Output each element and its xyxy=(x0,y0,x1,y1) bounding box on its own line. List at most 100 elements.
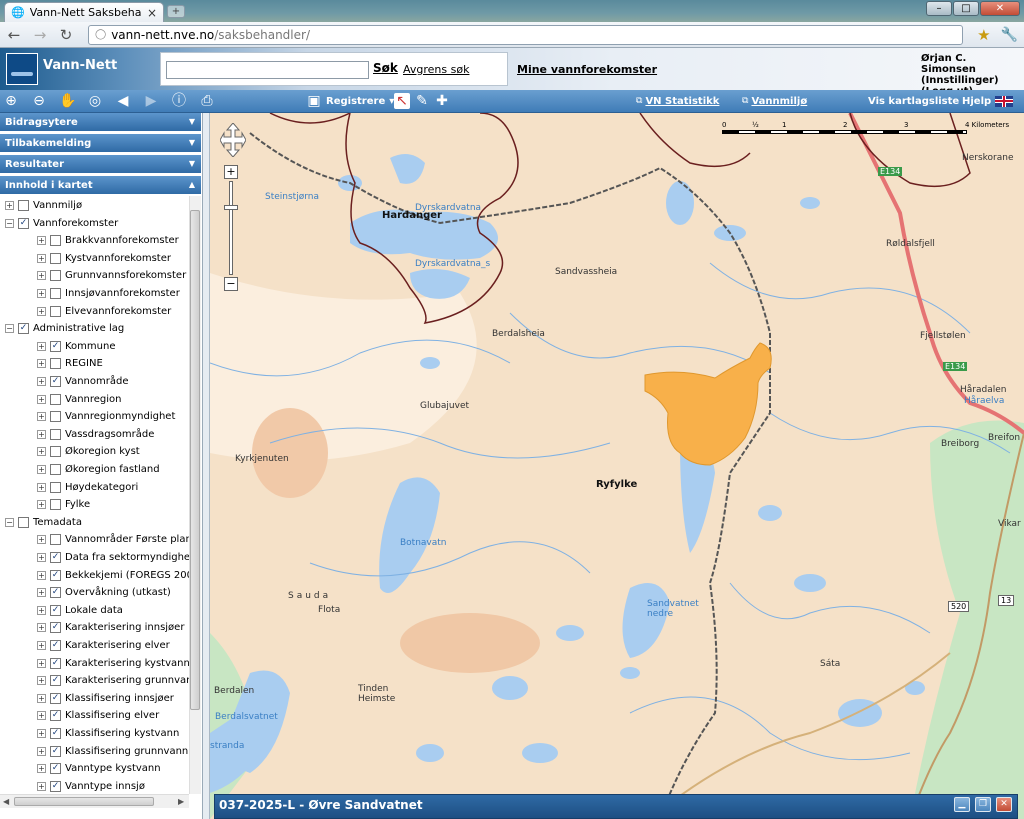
layer-checkbox[interactable] xyxy=(50,499,61,511)
expand-icon[interactable]: + xyxy=(37,693,46,703)
bookmark-star-icon[interactable]: ★ xyxy=(977,26,990,44)
expand-icon[interactable]: + xyxy=(37,570,46,580)
info-icon[interactable]: ⓘ xyxy=(171,93,187,109)
layer-checkbox[interactable] xyxy=(50,534,61,546)
expand-icon[interactable]: + xyxy=(37,429,46,439)
layer-checkbox[interactable] xyxy=(50,252,61,264)
expand-icon[interactable]: + xyxy=(37,535,46,545)
layer-tree-item[interactable]: + ✓ Vanntype kystvann xyxy=(37,760,161,777)
layer-tree-item[interactable]: + Vassdragsområde xyxy=(37,426,154,443)
expand-icon[interactable]: + xyxy=(37,359,46,369)
add-user-icon[interactable]: ✚ xyxy=(434,93,450,109)
scroll-left-icon[interactable]: ◀ xyxy=(3,797,9,806)
wrench-icon[interactable]: 🔧 xyxy=(1001,27,1018,43)
expand-icon[interactable]: + xyxy=(37,623,46,633)
expand-icon[interactable]: + xyxy=(37,711,46,721)
expand-icon[interactable]: + xyxy=(37,412,46,422)
layer-tree-item[interactable]: + Høydekategori xyxy=(37,479,138,496)
layer-tree-item[interactable]: + Vannregionmyndighet xyxy=(37,408,175,425)
expand-icon[interactable]: + xyxy=(37,289,46,298)
layer-tree-item[interactable]: + Vannområder Første planfa xyxy=(37,531,189,548)
vn-stats-link[interactable]: ⧉ VN Statistikk xyxy=(636,93,719,109)
layer-tree-item[interactable]: + Vannregion xyxy=(37,391,122,408)
expand-icon[interactable]: + xyxy=(37,764,46,774)
expand-icon[interactable]: + xyxy=(37,676,46,686)
layer-checkbox[interactable] xyxy=(18,200,29,211)
print-icon[interactable]: ⎙ xyxy=(199,93,215,109)
zoom-out-icon[interactable]: ⊖ xyxy=(31,93,47,109)
forward-icon[interactable]: ▶ xyxy=(143,93,159,109)
maximize-button[interactable]: □ xyxy=(953,1,979,16)
layer-checkbox[interactable] xyxy=(50,411,61,423)
layer-tree-item[interactable]: + Vannmiljø xyxy=(5,197,82,214)
layer-tree-item[interactable]: + Innsjøvannforekomster xyxy=(37,285,180,302)
layer-checkbox[interactable]: ✓ xyxy=(50,692,61,704)
expand-icon[interactable]: + xyxy=(37,447,46,457)
expand-icon[interactable]: + xyxy=(37,729,46,738)
layer-tree-item[interactable]: + ✓ Karakterisering grunnvann xyxy=(37,672,189,689)
layer-checkbox[interactable]: ✓ xyxy=(18,217,29,229)
layer-checkbox[interactable] xyxy=(50,393,61,405)
pan-icon[interactable]: ✋ xyxy=(59,93,76,109)
zoom-slider[interactable] xyxy=(229,181,233,275)
layer-checkbox[interactable]: ✓ xyxy=(50,376,61,387)
show-layer-list-button[interactable]: Vis kartlagsliste xyxy=(868,93,959,109)
zoom-out-button[interactable]: − xyxy=(224,277,238,291)
zoom-in-icon[interactable]: ⊕ xyxy=(3,93,19,109)
zoom-in-button[interactable]: + xyxy=(224,165,238,179)
layer-checkbox[interactable] xyxy=(18,516,29,528)
layer-tree-item[interactable]: + ✓ Klassifisering innsjøer xyxy=(37,690,174,707)
layer-checkbox[interactable]: ✓ xyxy=(50,604,61,616)
search-button[interactable]: Søk xyxy=(373,61,398,75)
expand-icon[interactable]: + xyxy=(37,394,46,404)
panel-feedback[interactable]: Tilbakemelding ▼ xyxy=(0,134,201,153)
reload-icon[interactable]: ↻ xyxy=(58,27,74,43)
layer-tree-item[interactable]: + Grunnvannsforekomster xyxy=(37,267,186,284)
layer-checkbox[interactable]: ✓ xyxy=(50,745,61,757)
collapse-icon[interactable]: − xyxy=(5,324,14,334)
pencil-icon[interactable]: ✎ xyxy=(414,93,430,109)
vannmiljo-link[interactable]: ⧉ Vannmiljø xyxy=(742,93,807,109)
layer-tree-item[interactable]: + ✓ Klassifisering kystvann xyxy=(37,725,179,742)
layer-checkbox[interactable]: ✓ xyxy=(50,780,61,792)
expand-icon[interactable]: + xyxy=(37,500,46,510)
forward-arrow-icon[interactable]: → xyxy=(32,27,48,43)
layer-tree-item[interactable]: − ✓ Vannforekomster xyxy=(5,215,118,232)
expand-icon[interactable]: + xyxy=(37,271,46,281)
map-view[interactable]: + − 0 ½ 1 2 3 4 Kilometers E134 E134 520… xyxy=(210,113,1024,819)
zoom-slider-thumb[interactable] xyxy=(224,205,238,210)
layer-tree-item[interactable]: − Temadata xyxy=(5,514,82,531)
minimize-button[interactable]: – xyxy=(926,1,952,16)
expand-icon[interactable]: + xyxy=(37,253,46,263)
sidebar-splitter[interactable] xyxy=(203,113,210,819)
layer-tree-item[interactable]: + ✓ Bekkekjemi (FOREGS 2008 xyxy=(37,567,189,584)
layer-checkbox[interactable] xyxy=(50,305,61,317)
panel-restore-button[interactable]: ❐ xyxy=(975,797,991,812)
layer-tree-item[interactable]: + Brakkvannforekomster xyxy=(37,232,179,249)
expand-icon[interactable]: + xyxy=(37,236,46,246)
uk-flag-icon[interactable] xyxy=(995,95,1014,107)
pan-arrows[interactable] xyxy=(220,123,246,157)
highlighted-waterbody[interactable] xyxy=(644,342,772,466)
layer-tree-item[interactable]: + ✓ Karakterisering innsjøer xyxy=(37,619,184,636)
vscroll-thumb[interactable] xyxy=(190,210,200,710)
expand-icon[interactable]: + xyxy=(37,658,46,668)
expand-icon[interactable]: + xyxy=(5,201,14,210)
layer-checkbox[interactable]: ✓ xyxy=(50,728,61,739)
scroll-right-icon[interactable]: ▶ xyxy=(178,797,184,806)
layer-tree-item[interactable]: + ✓ Vanntype innsjø xyxy=(37,778,145,794)
advanced-search-link[interactable]: Avgrens søk xyxy=(403,63,469,76)
layer-tree-item[interactable]: + ✓ Klassifisering elver xyxy=(37,707,159,724)
layer-tree-item[interactable]: + Kystvannforekomster xyxy=(37,250,171,267)
layer-tree-item[interactable]: + REGINE xyxy=(37,355,103,372)
expand-icon[interactable]: + xyxy=(37,605,46,615)
layer-checkbox[interactable] xyxy=(50,270,61,282)
expand-icon[interactable]: + xyxy=(37,641,46,650)
layer-tree-item[interactable]: + ✓ Karakterisering elver xyxy=(37,637,170,654)
settings-link[interactable]: (Innstillinger) xyxy=(921,75,1024,86)
layer-checkbox[interactable]: ✓ xyxy=(18,323,29,335)
register-menu[interactable]: ▣ Registrere ▾ xyxy=(306,93,394,109)
layer-checkbox[interactable] xyxy=(50,428,61,440)
new-tab-button[interactable]: + xyxy=(167,5,185,18)
panel-minimize-button[interactable]: ▁ xyxy=(954,797,970,812)
